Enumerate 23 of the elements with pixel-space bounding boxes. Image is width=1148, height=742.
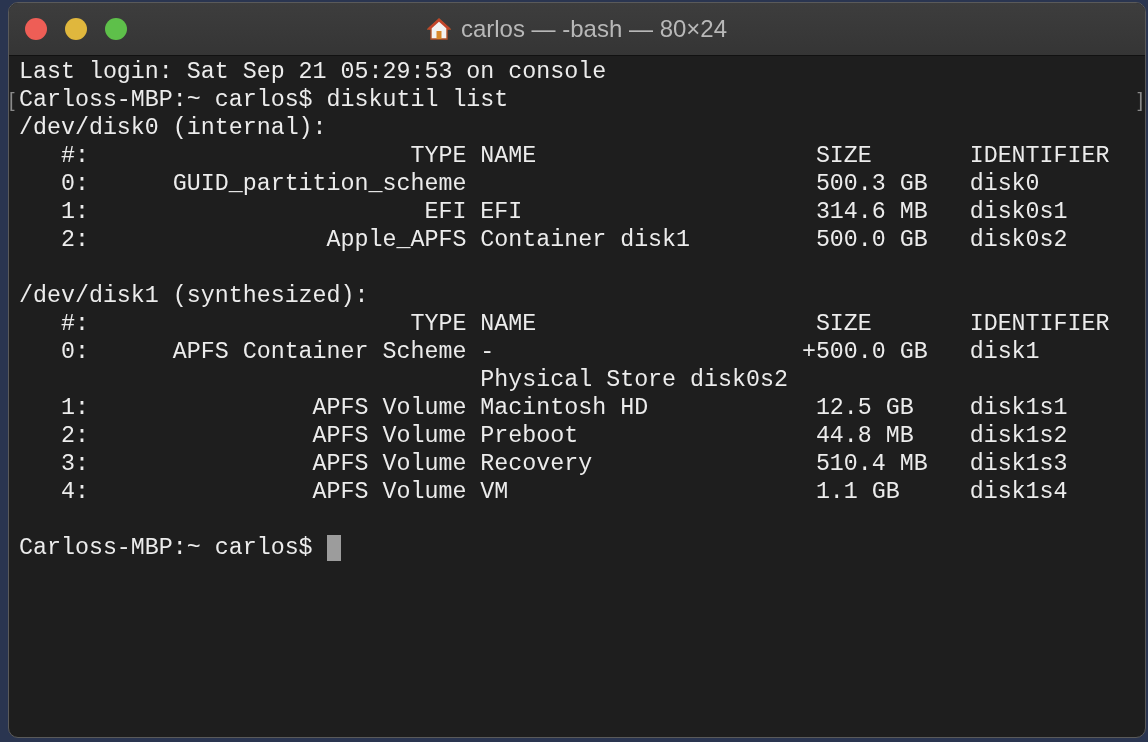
terminal-line: Last login: Sat Sep 21 05:29:53 on console [19, 58, 607, 86]
terminal-line: 2: Apple_APFS Container disk1 500.0 GB disk0s2 [59, 226, 1068, 254]
terminal-line: 3: APFS Volume Recovery 510.4 MB disk1s3 [59, 450, 1068, 478]
bookmark-bracket: [ [9, 88, 15, 113]
window-title: carlos — -bash — 80×24 [460, 15, 728, 43]
terminal-line: 0: APFS Container Scheme - +500.0 GB disk1 [59, 338, 1040, 366]
terminal-line: 2: APFS Volume Preboot 44.8 MB disk1s2 [59, 422, 1068, 450]
terminal-line: 1: APFS Volume Macintosh HD 12.5 GB disk1s1 [59, 394, 1068, 422]
house-icon [426, 17, 451, 41]
terminal-line: #: TYPE NAME SIZE IDENTIFIER [59, 142, 1110, 170]
terminal-line: 4: APFS Volume VM 1.1 GB disk1s4 [59, 478, 1068, 506]
terminal-line: 1: EFI EFI 314.6 MB disk0s1 [59, 198, 1068, 226]
minimize-button[interactable] [65, 18, 87, 40]
terminal-line: Carloss-MBP:~ carlos$ diskutil list [19, 86, 509, 114]
prompt: Carloss-MBP:~ carlos$ [19, 534, 314, 562]
terminal-line: #: TYPE NAME SIZE IDENTIFIER [59, 310, 1110, 338]
close-button[interactable] [25, 18, 47, 40]
terminal-line: /dev/disk0 (internal): [19, 114, 327, 142]
terminal-line: Physical Store disk0s2 [479, 366, 788, 394]
zoom-button[interactable] [105, 18, 127, 40]
terminal-line: /dev/disk1 (synthesized): [19, 282, 369, 310]
bookmark-bracket: ] [1137, 88, 1143, 113]
terminal-line: 0: GUID_partition_scheme 500.3 GB disk0 [59, 170, 1040, 198]
